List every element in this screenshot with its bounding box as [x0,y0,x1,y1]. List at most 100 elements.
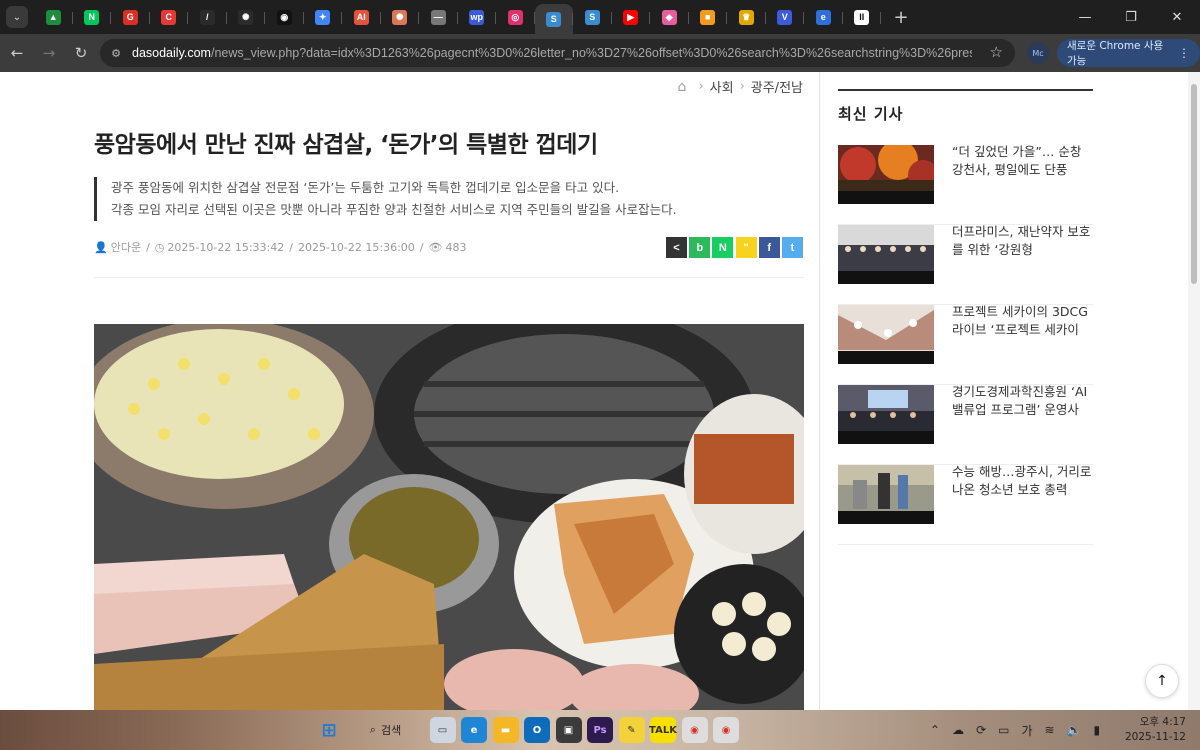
sticky-notes-icon[interactable]: ✎ [618,717,645,743]
scroll-to-top-button[interactable]: ↑ [1145,664,1179,698]
article-summary: 광주 풍암동에 위치한 삼겹살 전문점 ‘돈가’는 두툼한 고기와 독특한 껍데… [94,177,794,221]
browser-tab[interactable]: ◉ [265,3,304,31]
news-title[interactable]: “더 깊었던 가을”… 순창 강천사, 평일에도 단풍 [952,143,1092,179]
meta-separator: / [289,240,293,254]
volume-icon[interactable]: 🔈 [1067,723,1082,737]
battery-icon[interactable]: ▮ [1094,723,1101,737]
browser-tab[interactable]: C [150,3,189,31]
back-button[interactable]: ← [2,38,32,68]
browser-tab[interactable]: N [73,3,112,31]
browser-tab[interactable]: ◆ [650,3,689,31]
scrollbar-thumb[interactable] [1191,84,1197,284]
home-icon[interactable]: ⌂ [678,79,687,95]
browser-tab[interactable]: V [766,3,805,31]
edge-icon[interactable]: e [461,717,487,743]
chrome-update-label: 새로운 Chrome 사용 가능 [1067,40,1164,67]
forward-button[interactable]: → [34,38,64,68]
news-thumbnail[interactable] [838,225,934,284]
news-thumbnail[interactable] [838,305,934,364]
new-tab-button[interactable]: + [891,7,911,28]
kakaotalk-icon[interactable]: TALK [649,717,677,743]
news-title[interactable]: 수능 해방…광주시, 거리로 나온 청소년 보호 총력 [952,463,1092,499]
wifi-icon[interactable]: ≋ [1045,723,1055,737]
bbq-food-image [94,324,804,710]
sync-icon[interactable]: ⟳ [976,723,986,737]
browser-tab[interactable]: II [843,3,882,31]
url-host: dasodaily.com [132,46,211,60]
browser-tab[interactable]: ✦ [304,3,343,31]
news-title[interactable]: 더프라미스, 재난약자 보호를 위한 ‘강원형 [952,223,1092,259]
tab-search-button[interactable]: ⌄ [6,6,28,28]
system-clock[interactable]: 오후 4:17 2025-11-12 [1125,715,1186,745]
ime-indicator[interactable]: 가 [1021,722,1032,739]
browser-tab[interactable]: ▶ [612,3,651,31]
browser-tab[interactable]: ◎ [496,3,535,31]
browser-tab[interactable]: ♛ [727,3,766,31]
naver-share-icon[interactable]: N [712,237,734,258]
band-icon[interactable]: b [689,237,711,258]
latest-news-item[interactable]: 더프라미스, 재난약자 보호를 위한 ‘강원형 [838,223,1093,305]
page-scrollbar[interactable] [1188,72,1200,710]
web-page: ⌂ › 사회 › 광주/전남 풍암동에서 만난 진짜 삼겹살, ‘돈가’의 특별… [0,72,1200,710]
latest-news-item[interactable]: “더 깊었던 가을”… 순창 강천사, 평일에도 단풍 [838,143,1093,225]
browser-tab[interactable]: ✺ [227,3,266,31]
browser-tab[interactable]: S [534,4,573,34]
close-window-button[interactable]: ✕ [1154,0,1200,34]
profile-avatar[interactable]: Mc [1027,42,1049,64]
pause-icon: II [854,9,870,25]
twitter-icon[interactable]: t [781,237,803,258]
breadcrumb-subsection[interactable]: 광주/전남 [751,77,803,96]
windows-start-icon[interactable]: ⊞ [316,717,342,743]
share-icon[interactable]: < [666,237,687,258]
browser-tab[interactable]: G [111,3,150,31]
photoshop-icon[interactable]: Ps [587,717,613,743]
kakao-story-icon[interactable]: " [735,237,757,258]
latest-news-item[interactable]: 경기도경제과학진흥원 ‘AI 밸류업 프로그램’ 운영사 [838,383,1093,465]
sidebar-top-rule [838,89,1093,91]
browser-tab[interactable]: S [573,3,612,31]
news-thumbnail[interactable] [838,465,934,524]
browser-tab[interactable]: e [804,3,843,31]
news-thumbnail[interactable] [838,385,934,444]
browser-toolbar: ← → ↻ ⚙ dasodaily.com/news_view.php?data… [0,34,1200,72]
chrome-profile-icon[interactable]: ◉ [713,717,739,743]
url-path: /news_view.php?data=idx%3D1263%26pagecnt… [210,46,972,60]
tray-overflow-icon[interactable]: ⌃ [930,723,940,737]
share-buttons: < b N " f t [666,237,805,258]
browser-tab[interactable]: / [188,3,227,31]
site-info-icon[interactable]: ⚙ [108,45,124,61]
task-view-icon[interactable]: ▭ [429,717,456,743]
facebook-icon[interactable]: f [758,237,780,258]
keyboard-icon[interactable]: ▭ [998,723,1009,737]
terminal-icon[interactable]: ▣ [555,717,582,743]
bookmark-star-icon[interactable]: ☆ [990,43,1003,61]
outlook-icon[interactable]: O [524,717,550,743]
latest-news-item[interactable]: 프로젝트 세카이의 3DCG 라이브 ‘프로젝트 세카이 [838,303,1093,385]
daso-icon: S [546,11,562,27]
browser-tab[interactable]: — [419,3,458,31]
browser-tab[interactable]: wp [458,3,497,31]
news-title[interactable]: 프로젝트 세카이의 3DCG 라이브 ‘프로젝트 세카이 [952,303,1092,339]
browser-tab[interactable]: ✺ [381,3,420,31]
news-title[interactable]: 경기도경제과학진흥원 ‘AI 밸류업 프로그램’ 운영사 [952,383,1092,419]
file-explorer-icon[interactable]: ▬ [492,717,519,743]
chrome-icon[interactable]: ◉ [681,717,708,743]
news-thumbnail[interactable] [838,145,934,204]
breadcrumb-section[interactable]: 사회 [710,77,734,96]
gold-icon: ♛ [738,9,754,25]
more-menu-icon[interactable]: ⋮ [1178,46,1190,60]
taskbar-search[interactable]: ⌕ 검색 [348,716,424,744]
gemini-icon: ✦ [315,9,331,25]
minimize-button[interactable]: — [1062,0,1108,34]
browser-tab[interactable]: AI [342,3,381,31]
created-time: 2025-10-22 15:33:42 [167,240,285,254]
reload-button[interactable]: ↻ [66,38,96,68]
chrome-update-button[interactable]: 새로운 Chrome 사용 가능 ⋮ [1057,39,1200,67]
address-bar[interactable]: ⚙ dasodaily.com/news_view.php?data=idx%3… [100,39,1015,67]
browser-tab[interactable]: ▲ [34,3,73,31]
url-text[interactable]: dasodaily.com/news_view.php?data=idx%3D1… [132,46,972,60]
browser-tab[interactable]: ■ [689,3,728,31]
cloud-icon[interactable]: ☁ [952,723,964,737]
latest-news-item[interactable]: 수능 해방…광주시, 거리로 나온 청소년 보호 총력 [838,463,1093,545]
restore-button[interactable]: ❐ [1108,0,1154,34]
